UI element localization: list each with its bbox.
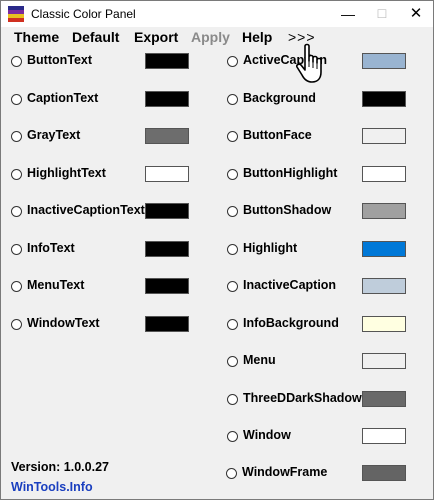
menu-help[interactable]: Help xyxy=(242,29,272,45)
radio-button[interactable] xyxy=(227,169,238,180)
option-label: Highlight xyxy=(243,241,298,255)
swatch-captiontext[interactable] xyxy=(145,91,189,107)
radio-button[interactable] xyxy=(11,319,22,330)
radio-button[interactable] xyxy=(227,319,238,330)
swatch-windowtext[interactable] xyxy=(145,316,189,332)
menu-apply[interactable]: Apply xyxy=(191,29,230,45)
radio-button[interactable] xyxy=(11,56,22,67)
radio-button[interactable] xyxy=(11,169,22,180)
minimize-button[interactable]: — xyxy=(331,1,365,27)
swatch-buttontext[interactable] xyxy=(145,53,189,69)
radio-button[interactable] xyxy=(227,206,238,217)
option-label: ButtonText xyxy=(27,53,93,67)
option-label: ButtonFace xyxy=(243,128,312,142)
app-window: Classic Color Panel — ☐ ✕ Theme Default … xyxy=(0,0,434,500)
color-palette-icon xyxy=(8,6,24,22)
website-link[interactable]: WinTools.Info xyxy=(11,480,93,494)
swatch-highlight[interactable] xyxy=(362,241,406,257)
radio-button[interactable] xyxy=(227,244,238,255)
radio-button[interactable] xyxy=(227,281,238,292)
option-label: Window xyxy=(243,428,291,442)
swatch-infotext[interactable] xyxy=(145,241,189,257)
radio-button[interactable] xyxy=(11,131,22,142)
radio-button[interactable] xyxy=(11,94,22,105)
swatch-buttonshadow[interactable] xyxy=(362,203,406,219)
swatch-highlighttext[interactable] xyxy=(145,166,189,182)
option-label: InactiveCaptionText xyxy=(27,203,145,217)
swatch-menutext[interactable] xyxy=(145,278,189,294)
option-label: Menu xyxy=(243,353,276,367)
option-label: Background xyxy=(243,91,316,105)
option-label: CaptionText xyxy=(27,91,99,105)
option-label: WindowText xyxy=(27,316,100,330)
radio-button[interactable] xyxy=(11,281,22,292)
title-bar[interactable]: Classic Color Panel — ☐ ✕ xyxy=(1,1,433,27)
swatch-threeddarkshadow[interactable] xyxy=(362,391,406,407)
menu-bar: Theme Default Export Apply Help >>> xyxy=(1,27,433,49)
option-label: HighlightText xyxy=(27,166,106,180)
swatch-background[interactable] xyxy=(362,91,406,107)
swatch-inactivecaptiontext[interactable] xyxy=(145,203,189,219)
option-label: ThreeDDarkShadow xyxy=(243,391,362,405)
option-label: ButtonHighlight xyxy=(243,166,338,180)
option-label: WindowFrame xyxy=(242,465,328,479)
swatch-activecaption[interactable] xyxy=(362,53,406,69)
swatch-inactivecaption[interactable] xyxy=(362,278,406,294)
maximize-button[interactable]: ☐ xyxy=(365,1,399,27)
option-label: InactiveCaption xyxy=(243,278,337,292)
option-label: GrayText xyxy=(27,128,81,142)
swatch-window[interactable] xyxy=(362,428,406,444)
hand-cursor-icon xyxy=(296,43,322,83)
swatch-buttonhighlight[interactable] xyxy=(362,166,406,182)
swatch-graytext[interactable] xyxy=(145,128,189,144)
option-label: ButtonShadow xyxy=(243,203,332,217)
option-label: InfoText xyxy=(27,241,75,255)
swatch-buttonface[interactable] xyxy=(362,128,406,144)
window-title: Classic Color Panel xyxy=(31,7,136,21)
swatch-infobackground[interactable] xyxy=(362,316,406,332)
radio-button[interactable] xyxy=(11,244,22,255)
radio-button[interactable] xyxy=(227,356,238,367)
version-label: Version: 1.0.0.27 xyxy=(11,460,109,474)
radio-button[interactable] xyxy=(226,468,237,479)
radio-button[interactable] xyxy=(227,56,238,67)
option-label: MenuText xyxy=(27,278,85,292)
radio-button[interactable] xyxy=(227,94,238,105)
menu-theme[interactable]: Theme xyxy=(14,29,59,45)
menu-default[interactable]: Default xyxy=(72,29,119,45)
radio-button[interactable] xyxy=(11,206,22,217)
radio-button[interactable] xyxy=(227,394,238,405)
close-button[interactable]: ✕ xyxy=(399,1,433,27)
menu-export[interactable]: Export xyxy=(134,29,178,45)
swatch-windowframe[interactable] xyxy=(362,465,406,481)
radio-button[interactable] xyxy=(227,131,238,142)
radio-button[interactable] xyxy=(227,431,238,442)
swatch-menu[interactable] xyxy=(362,353,406,369)
option-label: InfoBackground xyxy=(243,316,339,330)
